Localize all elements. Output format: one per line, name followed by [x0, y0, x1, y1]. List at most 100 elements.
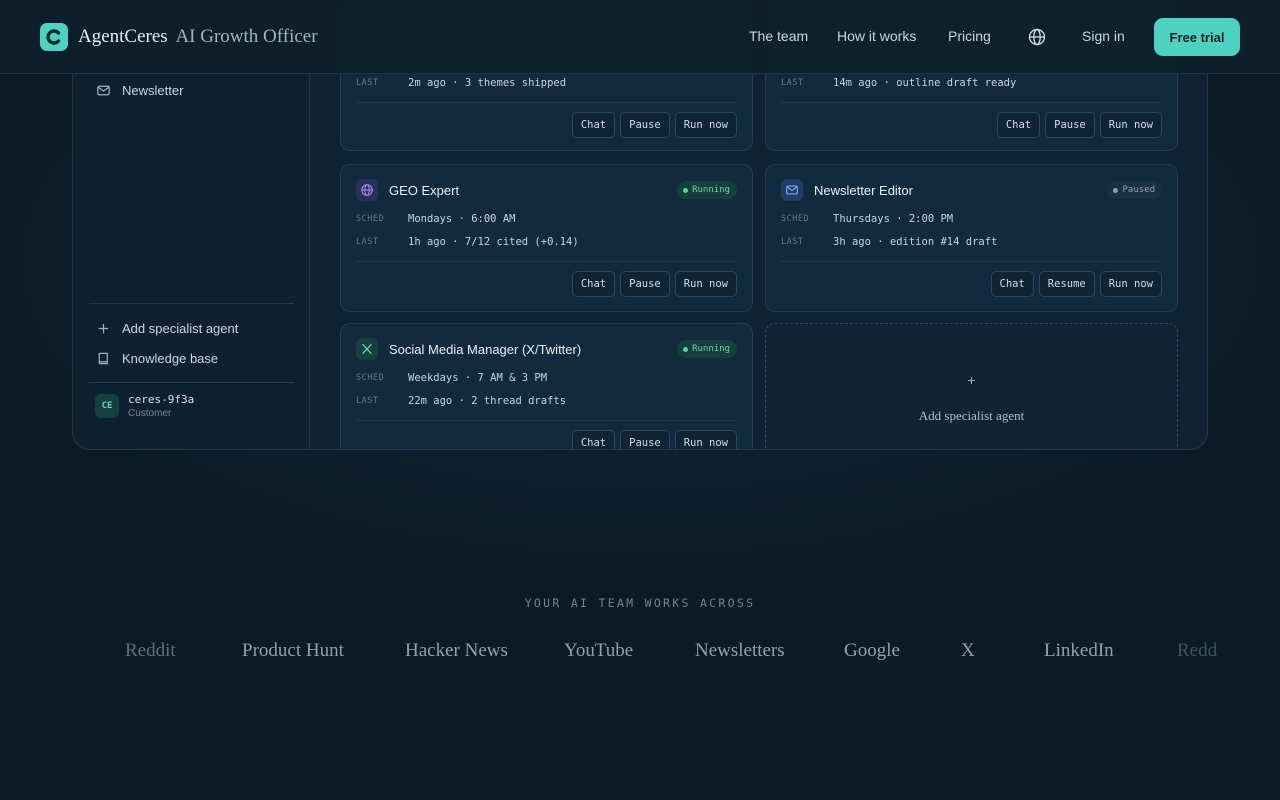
sidebar-divider [89, 303, 294, 304]
agent-name: Social Media Manager (X/Twitter) [389, 341, 582, 357]
brand-title: AgentCeres [78, 26, 168, 47]
schedule-row: SCHED Thursdays · 2:00 PM [781, 213, 953, 225]
schedule-row: SCHED Weekdays · 7 AM & 3 PM [356, 372, 547, 384]
last-label: LAST [781, 78, 804, 88]
nav-link-how-it-works[interactable]: How it works [837, 28, 916, 44]
card-actions: Chat Pause Run now [996, 112, 1162, 138]
platform-linkedin: LinkedIn [1044, 640, 1114, 661]
run-now-button[interactable]: Run now [1099, 112, 1162, 138]
sidebar-item-label: Newsletter [122, 82, 184, 98]
status-badge: Running [677, 340, 737, 358]
card-divider [356, 261, 737, 262]
plus-icon [98, 323, 109, 333]
last-run-row: LAST 3h ago · edition #14 draft [781, 236, 997, 248]
agent-card-newsletter-editor: Newsletter Editor Paused SCHED Thursdays… [765, 164, 1178, 312]
card-divider [356, 420, 737, 421]
platform-reddit: Reddit [125, 640, 176, 661]
chat-button[interactable]: Chat [571, 430, 616, 449]
nav-link-the-team[interactable]: The team [749, 28, 808, 44]
schedule-value: Thursdays · 2:00 PM [833, 213, 954, 225]
platform-reddit-repeat: Reddit [1177, 640, 1217, 661]
platform-x: X [961, 640, 975, 661]
avatar: CE [95, 394, 119, 418]
sidebar-item-label: Knowledge base [122, 350, 219, 366]
agent-card-geo-expert: GEO Expert Running SCHED Mondays · 6:00 … [340, 164, 753, 312]
card-divider [356, 102, 737, 103]
status-dot [1113, 187, 1119, 193]
sidebar-item-newsletter[interactable]: Newsletter [89, 77, 294, 103]
add-specialist-agent-label: Add specialist agent [918, 408, 1025, 423]
last-label: LAST [356, 396, 379, 406]
last-label: LAST [356, 78, 379, 88]
status-badge: Paused [1107, 181, 1162, 199]
pause-button[interactable]: Pause [620, 112, 670, 138]
x-logo-icon [356, 338, 378, 360]
globe-icon [356, 179, 378, 201]
site-header: AgentCeres AI Growth Officer The team Ho… [0, 0, 1280, 74]
free-trial-button[interactable]: Free trial [1154, 18, 1240, 56]
card-actions: Chat Pause Run now [571, 430, 737, 449]
agent-name: Newsletter Editor [814, 182, 913, 198]
book-icon [98, 352, 108, 364]
brand-subtitle: AI Growth Officer [175, 26, 318, 47]
status-label: Paused [1122, 185, 1155, 195]
schedule-value: Weekdays · 7 AM & 3 PM [408, 372, 548, 384]
last-run-row: LAST 14m ago · outline draft ready [781, 77, 1016, 89]
last-run-value: 2m ago · 3 themes shipped [408, 77, 567, 89]
last-label: LAST [356, 237, 379, 247]
user-name: ceres-9f3a [128, 393, 195, 406]
platform-product-hunt: Product Hunt [242, 640, 344, 661]
chat-button[interactable]: Chat [990, 271, 1034, 297]
status-badge: Running [677, 181, 737, 199]
last-label: LAST [781, 237, 804, 247]
sidebar-item-label: Add specialist agent [122, 320, 239, 336]
status-label: Running [692, 185, 730, 195]
mail-icon [781, 179, 803, 201]
run-now-button[interactable]: Run now [674, 112, 737, 138]
add-specialist-agent-card[interactable]: + Add specialist agent [765, 323, 1178, 449]
agent-name: GEO Expert [389, 182, 460, 198]
sign-in-link[interactable]: Sign in [1082, 28, 1125, 44]
schedule-row: SCHED Mondays · 6:00 AM [356, 213, 515, 225]
status-dot [683, 346, 689, 352]
globe-icon[interactable] [1027, 27, 1047, 47]
status-dot [683, 187, 689, 193]
card-header: GEO Expert [356, 179, 459, 201]
chat-button[interactable]: Chat [996, 112, 1041, 138]
sched-label: SCHED [356, 373, 385, 383]
brand-name: AgentCeres AI Growth Officer [78, 26, 318, 48]
nav-link-pricing[interactable]: Pricing [948, 28, 991, 44]
brand-logo[interactable]: AgentCeres AI Growth Officer [40, 23, 318, 51]
card-divider [781, 261, 1162, 262]
sidebar-divider [89, 382, 294, 383]
sidebar-item-knowledge-base[interactable]: Knowledge base [89, 345, 294, 371]
schedule-value: Mondays · 6:00 AM [408, 213, 516, 225]
run-now-button[interactable]: Run now [1099, 271, 1162, 297]
pause-button[interactable]: Pause [1045, 112, 1095, 138]
sched-label: SCHED [781, 214, 810, 224]
platform-newsletters: Newsletters [695, 640, 785, 661]
platform-google: Google [844, 640, 900, 661]
resume-button[interactable]: Resume [1038, 271, 1095, 297]
run-now-button[interactable]: Run now [674, 430, 737, 449]
platforms-heading: YOUR AI TEAM WORKS ACROSS [524, 596, 756, 610]
plus-icon: + [967, 372, 976, 388]
card-header: Social Media Manager (X/Twitter) [356, 338, 581, 360]
sidebar-item-add-specialist-agent[interactable]: Add specialist agent [89, 315, 294, 341]
chat-button[interactable]: Chat [571, 112, 616, 138]
card-divider [781, 102, 1162, 103]
mail-icon [97, 85, 110, 95]
run-now-button[interactable]: Run now [674, 271, 737, 297]
chat-button[interactable]: Chat [571, 271, 616, 297]
pause-button[interactable]: Pause [620, 271, 670, 297]
user-account[interactable]: CE ceres-9f3a Customer [95, 393, 194, 419]
last-run-value: 14m ago · outline draft ready [833, 77, 1017, 89]
card-actions: Chat Pause Run now [571, 112, 737, 138]
logo-c-icon [40, 23, 68, 51]
pause-button[interactable]: Pause [620, 430, 670, 449]
user-role: Customer [128, 408, 172, 419]
last-run-row: LAST 22m ago · 2 thread drafts [356, 395, 566, 407]
card-actions: Chat Resume Run now [990, 271, 1162, 297]
sched-label: SCHED [356, 214, 385, 224]
last-run-row: LAST 2m ago · 3 themes shipped [356, 77, 566, 89]
